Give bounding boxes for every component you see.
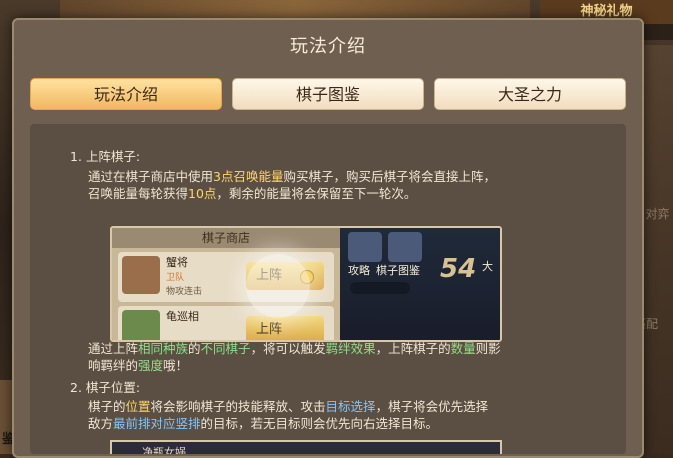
section1-heading: 1. 上阵棋子: xyxy=(70,149,141,164)
section1-line1: 通过在棋子商店中使用3点召唤能量购买棋子，购买后棋子将会直接上阵， xyxy=(88,169,496,184)
crab-general-avatar xyxy=(122,256,160,294)
shop-item-name: 龟巡相 xyxy=(166,310,199,323)
section2-heading: 2. 棋子位置: xyxy=(70,380,141,395)
tab-piece-gallery[interactable]: 棋子图鉴 xyxy=(232,78,424,110)
section1-after-line2: 响羁绊的强度哦！ xyxy=(88,358,189,373)
extra-label: 大 xyxy=(482,260,493,273)
shop-item: 龟巡相 上阵 xyxy=(118,306,334,340)
position-screenshot-title: 净瓶女娲 xyxy=(142,446,186,454)
shop-item-name: 蟹将 xyxy=(166,256,188,269)
gallery-icon xyxy=(388,232,422,262)
shop-screenshot: 棋子商店 蟹将 卫队 物攻连击 上阵 龟巡相 上阵 xyxy=(110,226,502,342)
shop-item-sub: 物攻连击 xyxy=(166,287,203,297)
dialog-title: 玩法介绍 xyxy=(290,36,366,57)
game-view: 攻略 棋子图鉴 54 大 xyxy=(340,228,500,340)
progress-bar xyxy=(350,282,410,294)
shop-title: 棋子商店 xyxy=(112,228,340,248)
position-screenshot: 净瓶女娲 xyxy=(110,440,502,454)
strategy-label: 攻略 xyxy=(348,264,370,277)
intro-content[interactable]: 1. 上阵棋子: 通过在棋子商店中使用3点召唤能量购买棋子，购买后棋子将会直接上… xyxy=(30,124,626,454)
section1-line2: 召唤能量每轮获得10点，剩余的能量将会保留至下一轮次。 xyxy=(88,186,417,201)
top-banner xyxy=(60,0,530,20)
turtle-minister-avatar xyxy=(122,310,160,340)
shop-item-tag: 卫队 xyxy=(166,273,185,283)
round-number: 54 xyxy=(440,254,477,284)
highlight-spotlight xyxy=(246,254,310,318)
section2-line1: 棋子的位置将会影响棋子的技能释放、攻击目标选择，棋子将会优先选择 xyxy=(88,399,489,414)
section1-after-line1: 通过上阵相同种族的不同棋子，将可以触发羁绊效果，上阵棋子的数量则影 xyxy=(88,341,501,356)
tab-gameplay-intro[interactable]: 玩法介绍 xyxy=(30,78,222,110)
gameplay-intro-dialog: 玩法介绍 玩法介绍 棋子图鉴 大圣之力 1. 上阵棋子: 通过在棋子商店中使用3… xyxy=(12,18,644,458)
piece-shop-panel: 棋子商店 蟹将 卫队 物攻连击 上阵 龟巡相 上阵 xyxy=(112,228,340,340)
deploy-button: 上阵 xyxy=(246,316,324,340)
strategy-icon xyxy=(348,232,382,262)
tab-great-sage-power[interactable]: 大圣之力 xyxy=(434,78,626,110)
tab-bar: 玩法介绍 棋子图鉴 大圣之力 xyxy=(30,78,626,114)
gallery-label: 棋子图鉴 xyxy=(376,264,420,277)
section2-line2: 敌方最前排对应竖排的目标，若无目标则会优先向右选择目标。 xyxy=(88,416,439,431)
